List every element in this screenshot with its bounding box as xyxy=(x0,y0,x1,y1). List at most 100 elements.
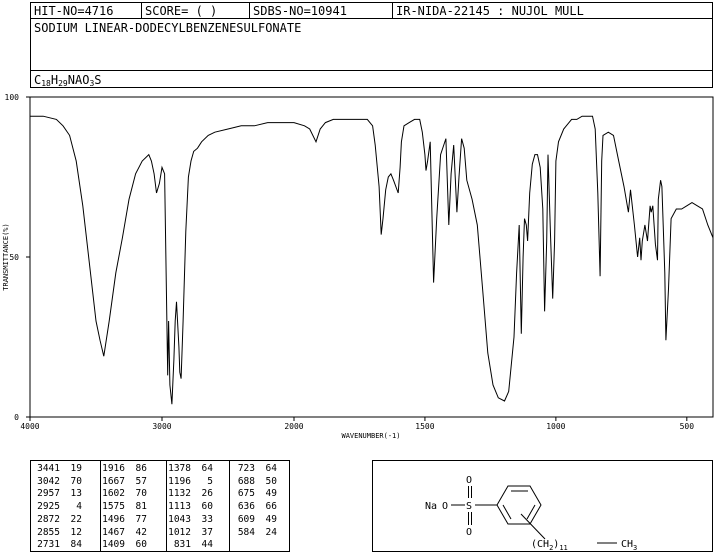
y-axis-label: TRANSMITTANCE(%) xyxy=(2,223,10,290)
peak-wavenumber: 1196 xyxy=(168,475,191,487)
peak-transmittance: 60 xyxy=(201,501,213,513)
peak-row: 675 49 xyxy=(231,488,277,501)
peak-row: 1378 64 xyxy=(167,463,213,476)
peak-row: 3042 70 xyxy=(36,476,82,489)
peak-wavenumber: 3441 xyxy=(37,463,60,474)
score: SCORE= ( ) xyxy=(141,3,249,19)
alkyl-chain-label: (CH2)11 xyxy=(531,539,568,551)
peak-row: 1602 70 xyxy=(101,488,147,501)
peak-transmittance: 44 xyxy=(201,539,213,551)
y-tick-label: 100 xyxy=(5,93,20,102)
peak-transmittance: 24 xyxy=(265,526,277,538)
peak-wavenumber: 1667 xyxy=(102,475,125,487)
y-tick-label: 50 xyxy=(9,253,19,262)
peak-row: 1043 33 xyxy=(167,514,213,527)
peak-transmittance: 57 xyxy=(135,475,147,487)
peak-transmittance: 77 xyxy=(135,513,147,525)
peak-wavenumber: 688 xyxy=(237,475,255,487)
peak-row: 2957 13 xyxy=(36,488,82,501)
peak-transmittance: 22 xyxy=(70,513,82,525)
benzene-ring xyxy=(496,485,542,525)
peak-transmittance: 33 xyxy=(201,513,213,525)
peak-transmittance: 37 xyxy=(201,526,213,538)
peak-wavenumber: 1043 xyxy=(168,513,191,525)
peak-row: 636 66 xyxy=(231,501,277,514)
ir-nida-number: IR-NIDA-22145 : NUJOL MULL xyxy=(392,3,714,19)
peak-wavenumber: 2731 xyxy=(37,539,60,551)
hit-number: HIT-NO=4716 xyxy=(34,4,114,18)
x-axis-label: WAVENUMBER(-1) xyxy=(341,432,400,440)
peak-row: 1113 60 xyxy=(167,501,213,514)
x-tick-label: 1500 xyxy=(415,422,434,431)
peak-wavenumber: 3042 xyxy=(37,475,60,487)
molecule-structure: Na O S O O (CH2)11 CH3 xyxy=(425,475,637,552)
peak-row: 584 24 xyxy=(231,527,277,540)
peak-wavenumber: 723 xyxy=(237,463,255,474)
plot-frame xyxy=(29,96,714,418)
peak-divider xyxy=(229,461,230,551)
peak-wavenumber: 609 xyxy=(237,513,255,525)
sdbs-number: SDBS-NO=10941 xyxy=(249,3,392,19)
peak-transmittance: 64 xyxy=(201,463,213,474)
peak-row: 688 50 xyxy=(231,476,277,489)
sodium-label: Na xyxy=(425,501,437,512)
peak-row: 1196 5 xyxy=(167,476,213,489)
peak-wavenumber: 2855 xyxy=(37,526,60,538)
peak-row: 2872 22 xyxy=(36,514,82,527)
peak-row: 1667 57 xyxy=(101,476,147,489)
header-info-row: HIT-NO=4716 SCORE= ( ) SDBS-NO=10941 IR-… xyxy=(31,3,712,19)
x-tick-label: 500 xyxy=(680,422,695,431)
peak-wavenumber: 1012 xyxy=(168,526,191,538)
peak-transmittance: 26 xyxy=(201,488,213,500)
compound-name: SODIUM LINEAR-DODECYLBENZENESULFONATE xyxy=(34,21,302,35)
alkyl-chain-bond xyxy=(520,513,546,540)
peak-wavenumber: 1132 xyxy=(168,488,191,500)
peak-transmittance: 70 xyxy=(135,488,147,500)
peak-transmittance: 5 xyxy=(207,475,213,487)
structure-box: Na O S O O (CH2)11 CH3 xyxy=(372,460,713,552)
peak-wavenumber: 1916 xyxy=(102,463,125,474)
peak-transmittance: 70 xyxy=(70,475,82,487)
peak-row: 2855 12 xyxy=(36,527,82,540)
peak-row: 2925 4 xyxy=(36,501,82,514)
peak-transmittance: 19 xyxy=(70,463,82,474)
peak-wavenumber: 1113 xyxy=(168,501,191,513)
peak-transmittance: 64 xyxy=(265,463,277,474)
peak-row: 1132 26 xyxy=(167,488,213,501)
peak-wavenumber: 636 xyxy=(237,501,255,513)
peak-transmittance: 49 xyxy=(265,513,277,525)
peak-divider xyxy=(166,461,167,551)
peak-column-1: 3441 19 3042 70 2957 13 2925 4 2872 22 2855 12 2731 8… xyxy=(36,463,82,552)
peak-transmittance: 42 xyxy=(135,526,147,538)
peak-wavenumber: 1575 xyxy=(102,501,125,513)
peak-column-4: 723 64 688 50 675 49 636 66 609 49 584 24 xyxy=(231,463,277,539)
peak-transmittance: 81 xyxy=(135,501,147,513)
ester-oxygen-label: O xyxy=(442,501,448,512)
peak-row: 1575 81 xyxy=(101,501,147,514)
peak-wavenumber: 1467 xyxy=(102,526,125,538)
peak-transmittance: 13 xyxy=(70,488,82,500)
peak-column-3: 1378 64 1196 5 1132 26 1113 60 1043 33 1012 37 831 44 xyxy=(167,463,213,552)
peak-row: 2731 84 xyxy=(36,539,82,552)
peak-wavenumber: 2872 xyxy=(37,513,60,525)
peak-row: 831 44 xyxy=(167,539,213,552)
peak-transmittance: 60 xyxy=(135,539,147,551)
peak-transmittance: 84 xyxy=(70,539,82,551)
peak-wavenumber: 1409 xyxy=(102,539,125,551)
peak-row: 3441 19 xyxy=(36,463,82,476)
peak-transmittance: 49 xyxy=(265,488,277,500)
peak-row: 1012 37 xyxy=(167,527,213,540)
spectrum-header: HIT-NO=4716 SCORE= ( ) SDBS-NO=10941 IR-… xyxy=(30,2,713,88)
peak-row: 1409 60 xyxy=(101,539,147,552)
peak-row: 609 49 xyxy=(231,514,277,527)
ir-spectrum-chart: 4000 3000 2000 1500 1000 500 100500 WAVENUMBE… xyxy=(2,93,714,440)
formula-row: C18H29NAO3S xyxy=(31,70,712,89)
x-tick-label: 3000 xyxy=(152,422,171,431)
oxygen-bottom-label: O xyxy=(466,527,472,538)
oxygen-top-label: O xyxy=(466,475,472,486)
peak-divider xyxy=(100,461,101,551)
peak-transmittance: 12 xyxy=(70,526,82,538)
peak-wavenumber: 584 xyxy=(237,526,255,538)
peak-wavenumber: 1496 xyxy=(102,513,125,525)
peak-wavenumber: 2957 xyxy=(37,488,60,500)
